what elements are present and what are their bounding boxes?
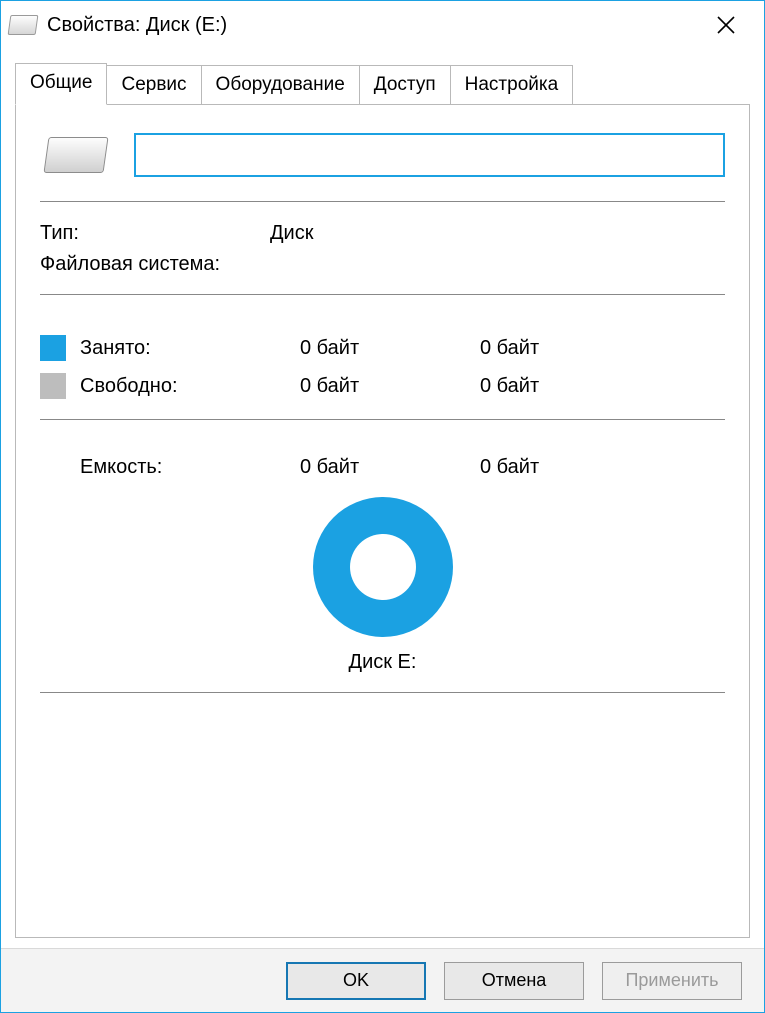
cancel-button[interactable]: Отмена [444,962,584,1000]
tab-hardware[interactable]: Оборудование [201,65,360,105]
drive-name-input[interactable] [134,133,725,177]
usage-chart: Диск E: [40,497,725,674]
usage-block: Занято: 0 байт 0 байт Свободно: 0 байт 0… [40,329,725,405]
used-row: Занято: 0 байт 0 байт [40,329,725,367]
close-button[interactable] [696,5,756,45]
close-icon [717,16,735,34]
divider [40,294,725,295]
type-row: Тип: Диск [40,218,725,249]
used-bytes: 0 байт [300,337,480,360]
free-human: 0 байт [480,375,600,398]
filesystem-value [270,253,725,276]
free-bytes: 0 байт [300,375,480,398]
drive-icon [8,15,39,35]
free-label: Свободно: [80,375,300,398]
divider [40,419,725,420]
free-swatch-icon [40,373,66,399]
tab-strip: Общие Сервис Оборудование Доступ Настрой… [15,59,750,105]
divider [40,201,725,202]
used-swatch-icon [40,335,66,361]
tab-general[interactable]: Общие [15,63,107,105]
capacity-row: Емкость: 0 байт 0 байт [40,450,725,485]
tab-customize[interactable]: Настройка [450,65,574,105]
type-label: Тип: [40,222,270,245]
capacity-label: Емкость: [80,456,300,479]
drive-caption: Диск E: [349,651,417,674]
tab-sharing[interactable]: Доступ [359,65,451,105]
free-row: Свободно: 0 байт 0 байт [40,367,725,405]
dialog-footer: OK Отмена Применить [1,948,764,1012]
tab-service[interactable]: Сервис [106,65,201,105]
drive-name-row [40,133,725,201]
apply-button: Применить [602,962,742,1000]
filesystem-label: Файловая система: [40,253,270,276]
tab-panel-general: Тип: Диск Файловая система: Занято: 0 ба… [15,104,750,938]
drive-icon-large [43,137,108,173]
ok-button[interactable]: OK [286,962,426,1000]
capacity-human: 0 байт [480,456,600,479]
properties-window: Свойства: Диск (E:) Общие Сервис Оборудо… [0,0,765,1013]
window-title: Свойства: Диск (E:) [47,14,696,37]
used-label: Занято: [80,337,300,360]
type-value: Диск [270,222,725,245]
body-area: Общие Сервис Оборудование Доступ Настрой… [1,49,764,948]
filesystem-row: Файловая система: [40,249,725,280]
capacity-bytes: 0 байт [300,456,480,479]
used-human: 0 байт [480,337,600,360]
divider [40,692,725,693]
titlebar: Свойства: Диск (E:) [1,1,764,49]
donut-chart-icon [313,497,453,637]
